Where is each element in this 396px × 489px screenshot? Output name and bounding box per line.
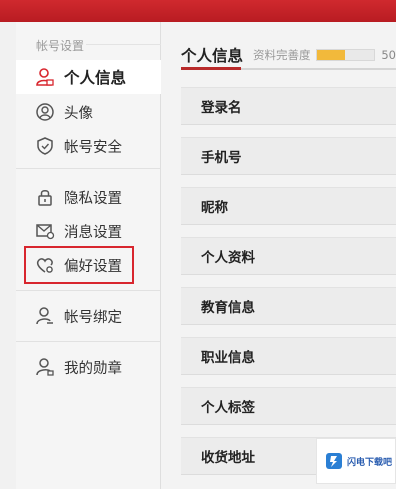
field-row-login-name[interactable]: 登录名 [181,87,396,125]
site-watermark: 闪电下载吧 [316,438,396,484]
preferences-highlight-box [24,246,134,284]
sidebar-item-avatar[interactable]: 头像 [16,95,160,129]
sidebar-title: 帐号设置 [36,39,85,53]
watermark-logo-icon [325,452,343,470]
sidebar-divider [16,168,160,169]
sidebar-item-label: 隐私设置 [64,190,122,207]
field-label: 收货地址 [201,450,255,466]
main-header: 个人信息 资料完善度 50 [181,44,396,66]
field-label: 手机号 [201,150,242,166]
field-row-profile[interactable]: 个人资料 [181,237,396,275]
sidebar-item-messages[interactable]: 消息设置 [16,214,160,248]
field-row-phone[interactable]: 手机号 [181,137,396,175]
sidebar-item-personal-info[interactable]: 个人信息 [16,60,162,94]
field-label: 教育信息 [201,300,255,316]
sidebar-item-label: 头像 [64,105,93,122]
field-label: 登录名 [201,100,242,116]
sidebar-item-label: 帐号绑定 [64,309,122,326]
sidebar-divider [16,290,160,291]
sidebar-item-label: 我的勋章 [64,360,122,377]
sidebar-item-account-binding[interactable]: 帐号绑定 [16,299,160,333]
sidebar-item-label: 帐号安全 [64,139,122,156]
field-row-tags[interactable]: 个人标签 [181,387,396,425]
sidebar-item-medals[interactable]: 我的勋章 [16,350,160,384]
sidebar-title-divider [86,44,161,45]
watermark-text: 闪电下载吧 [347,457,393,468]
field-label: 个人资料 [201,250,255,266]
profile-completeness-value: 50 [381,48,396,62]
user-medal-icon [34,356,56,378]
user-link-icon [34,305,56,327]
field-label: 职业信息 [201,350,255,366]
sidebar-item-label: 消息设置 [64,224,122,241]
header-accent-underline [181,67,241,70]
page-title: 个人信息 [181,47,244,65]
field-row-nickname[interactable]: 昵称 [181,187,396,225]
user-icon [34,66,56,88]
sidebar-item-privacy[interactable]: 隐私设置 [16,180,160,214]
lock-icon [34,186,56,208]
field-label: 个人标签 [201,400,255,416]
main-panel: 个人信息 资料完善度 50 登录名 手机号 昵称 个人资料 教育信息 职业信息 … [161,22,396,489]
sidebar-item-account-security[interactable]: 帐号安全 [16,129,160,163]
field-label: 昵称 [201,200,228,216]
shield-icon [34,135,56,157]
profile-completeness-fill [316,50,346,60]
message-icon [34,220,56,242]
sidebar-item-label: 个人信息 [64,69,127,87]
sidebar-divider [16,341,160,342]
window-top-bar [0,0,396,22]
profile-completeness-bar [315,49,376,61]
avatar-icon [34,101,56,123]
profile-completeness-label: 资料完善度 [253,48,311,62]
field-row-education[interactable]: 教育信息 [181,287,396,325]
field-row-career[interactable]: 职业信息 [181,337,396,375]
